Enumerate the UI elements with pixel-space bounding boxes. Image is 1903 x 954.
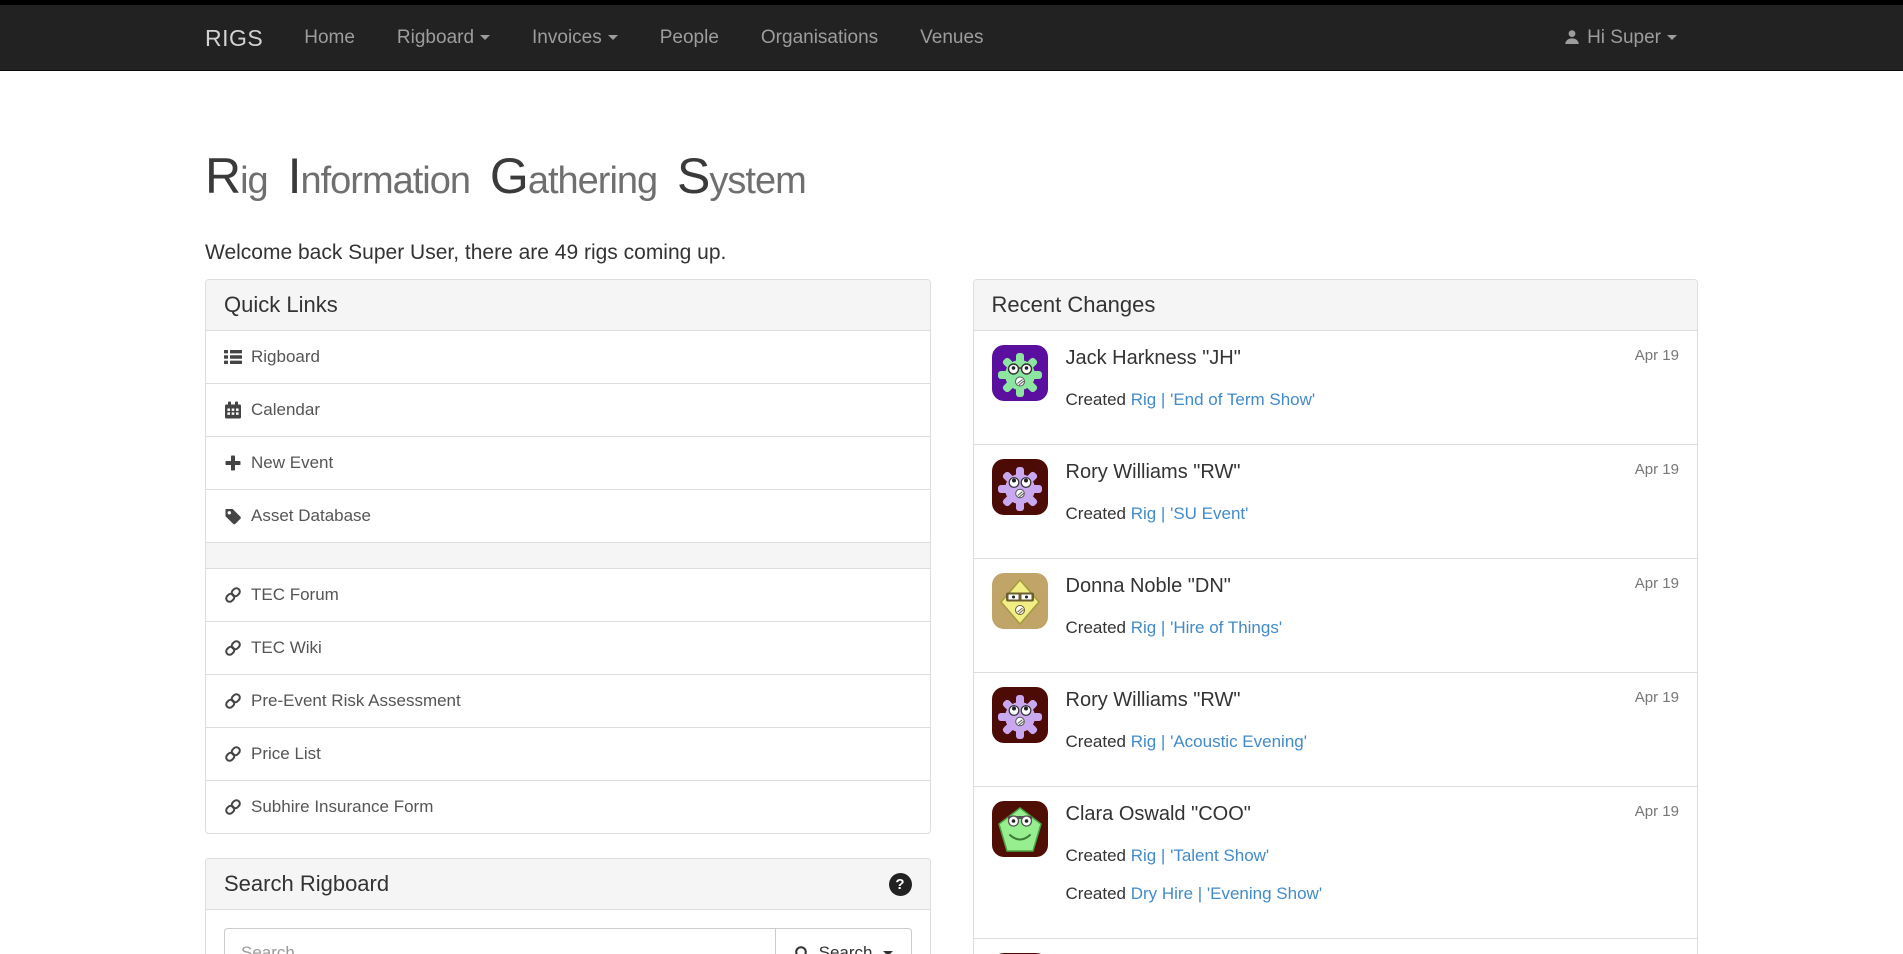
search-button[interactable]: Search bbox=[775, 928, 912, 954]
link-icon bbox=[224, 639, 242, 657]
quick-link-rigboard[interactable]: Rigboard bbox=[206, 331, 930, 383]
chevron-down-icon bbox=[1667, 35, 1677, 40]
recent-changes-header: Recent Changes bbox=[974, 280, 1698, 331]
quick-link-tec-forum[interactable]: TEC Forum bbox=[206, 568, 930, 621]
quick-link-price-list[interactable]: Price List bbox=[206, 727, 930, 780]
quick-links-panel: Quick Links Rigboard Calendar New Event bbox=[205, 279, 931, 834]
user-icon bbox=[1564, 7, 1580, 73]
search-rigboard-panel: Search Rigboard ? Search bbox=[205, 858, 931, 954]
nav-item-home[interactable]: Home bbox=[283, 5, 376, 70]
change-action: Created Rig | 'Talent Show' bbox=[1066, 843, 1680, 869]
recent-change-row: Jack Harkness "JH" Created Rig | 'End of… bbox=[974, 331, 1698, 444]
nav-item-rigboard[interactable]: Rigboard bbox=[376, 5, 511, 70]
avatar-monster-icon bbox=[992, 459, 1048, 515]
search-rigboard-header: Search Rigboard ? bbox=[206, 859, 930, 910]
quick-link-new-event[interactable]: New Event bbox=[206, 436, 930, 489]
person-name: Jack Harkness "JH" bbox=[1066, 345, 1680, 371]
nav-links: Home Rigboard Invoices People Organisati… bbox=[283, 5, 1004, 70]
recent-changes-title: Recent Changes bbox=[992, 292, 1156, 318]
change-link[interactable]: Rig | 'SU Event' bbox=[1131, 504, 1249, 523]
change-link[interactable]: Rig | 'Acoustic Evening' bbox=[1131, 732, 1307, 751]
change-link[interactable]: Dry Hire | 'Evening Show' bbox=[1131, 884, 1322, 903]
change-date: Apr 19 bbox=[1635, 347, 1679, 364]
link-icon bbox=[224, 745, 242, 763]
recent-change-row: Rory Williams "RW" Apr 19 bbox=[974, 938, 1698, 954]
person-name: Donna Noble "DN" bbox=[1066, 573, 1680, 599]
nav-item-invoices[interactable]: Invoices bbox=[511, 5, 639, 70]
change-action: Created Rig | 'Acoustic Evening' bbox=[1066, 729, 1680, 755]
quick-links-separator bbox=[206, 542, 930, 568]
change-date: Apr 19 bbox=[1635, 461, 1679, 478]
recent-change-row: Clara Oswald "COO" Created Rig | 'Talent… bbox=[974, 786, 1698, 938]
avatar-monster-icon bbox=[992, 573, 1048, 629]
change-link[interactable]: Rig | 'Talent Show' bbox=[1131, 846, 1269, 865]
search-icon bbox=[794, 945, 811, 954]
quick-links-title: Quick Links bbox=[224, 292, 338, 318]
quick-links-list: Rigboard Calendar New Event Asset Databa… bbox=[206, 331, 930, 833]
chevron-down-icon bbox=[883, 951, 893, 954]
quick-link-asset-database[interactable]: Asset Database bbox=[206, 489, 930, 542]
nav-item-people[interactable]: People bbox=[639, 5, 740, 70]
navbar: RIGS Home Rigboard Invoices People Organ… bbox=[0, 5, 1903, 71]
change-action: Created Rig | 'SU Event' bbox=[1066, 501, 1680, 527]
link-icon bbox=[224, 692, 242, 710]
person-name: Rory Williams "RW" bbox=[1066, 687, 1680, 713]
user-menu[interactable]: Hi Super bbox=[1543, 5, 1698, 70]
quick-link-subhire-insurance-form[interactable]: Subhire Insurance Form bbox=[206, 780, 930, 833]
chevron-down-icon bbox=[608, 35, 618, 40]
change-action: Created Rig | 'Hire of Things' bbox=[1066, 615, 1680, 641]
change-date: Apr 19 bbox=[1635, 575, 1679, 592]
welcome-message: Welcome back Super User, there are 49 ri… bbox=[205, 238, 1698, 267]
change-date: Apr 19 bbox=[1635, 689, 1679, 706]
quick-link-tec-wiki[interactable]: TEC Wiki bbox=[206, 621, 930, 674]
help-icon[interactable]: ? bbox=[889, 873, 912, 896]
change-action: Created Rig | 'End of Term Show' bbox=[1066, 387, 1680, 413]
link-icon bbox=[224, 798, 242, 816]
avatar-monster-icon bbox=[992, 801, 1048, 857]
quick-link-pre-event-risk-assessment[interactable]: Pre-Event Risk Assessment bbox=[206, 674, 930, 727]
avatar-monster-icon bbox=[992, 345, 1048, 401]
search-input[interactable] bbox=[224, 928, 775, 954]
calendar-icon bbox=[224, 401, 242, 419]
link-icon bbox=[224, 586, 242, 604]
page-title: Rig Information Gathering System bbox=[205, 147, 1698, 211]
tag-icon bbox=[224, 507, 242, 525]
recent-changes-panel: Recent Changes Jack Harkness "JH" Create… bbox=[973, 279, 1699, 954]
chevron-down-icon bbox=[480, 35, 490, 40]
person-name: Clara Oswald "COO" bbox=[1066, 801, 1680, 827]
recent-change-row: Rory Williams "RW" Created Rig | 'Acoust… bbox=[974, 672, 1698, 786]
avatar-monster-icon bbox=[992, 687, 1048, 743]
brand-logo[interactable]: RIGS bbox=[205, 5, 283, 70]
search-rigboard-title: Search Rigboard bbox=[224, 871, 389, 897]
change-date: Apr 19 bbox=[1635, 803, 1679, 820]
change-action: Created Dry Hire | 'Evening Show' bbox=[1066, 881, 1680, 907]
recent-change-row: Rory Williams "RW" Created Rig | 'SU Eve… bbox=[974, 444, 1698, 558]
change-link[interactable]: Rig | 'Hire of Things' bbox=[1131, 618, 1282, 637]
nav-item-venues[interactable]: Venues bbox=[899, 5, 1004, 70]
nav-item-organisations[interactable]: Organisations bbox=[740, 5, 899, 70]
quick-link-calendar[interactable]: Calendar bbox=[206, 383, 930, 436]
person-name: Rory Williams "RW" bbox=[1066, 459, 1680, 485]
recent-change-row: Donna Noble "DN" Created Rig | 'Hire of … bbox=[974, 558, 1698, 672]
recent-changes-list: Jack Harkness "JH" Created Rig | 'End of… bbox=[974, 331, 1698, 954]
plus-icon bbox=[224, 454, 242, 472]
quick-links-header: Quick Links bbox=[206, 280, 930, 331]
list-icon bbox=[224, 348, 242, 366]
change-link[interactable]: Rig | 'End of Term Show' bbox=[1131, 390, 1315, 409]
